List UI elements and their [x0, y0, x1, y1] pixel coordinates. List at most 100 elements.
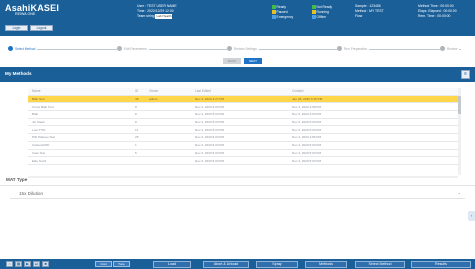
cell-name: Elite Test2	[32, 158, 47, 163]
cell-name: Catwurst/PD	[32, 143, 50, 148]
running-label: Running	[316, 10, 329, 14]
remaining-time-text: Rem. Time : 00:00:00	[418, 14, 451, 19]
step-review[interactable]: Review	[440, 46, 460, 51]
table-row[interactable]: Cate Test 5 Nov 3, 2020 5:03 PM Nov 3, 2020…	[28, 150, 461, 158]
results-button[interactable]: Results	[411, 261, 471, 268]
step-review-settings[interactable]: Review Settings	[227, 46, 259, 51]
methods-title: My Methods	[5, 71, 32, 76]
cell-id: 8	[135, 104, 137, 109]
side-panel-toggle[interactable]: ›	[468, 211, 475, 221]
methods-panel-header: My Methods ≡	[0, 67, 475, 82]
home-icon[interactable]: ⌂	[6, 261, 13, 267]
wizard-steps: Select Method Edit Parameters Review Set…	[0, 44, 475, 54]
table-row[interactable]: Blah 8 Nov 3, 2020 5:03 PM Nov 3, 2020 4:53…	[28, 111, 461, 119]
table-row[interactable]: Cross Blah Test 8 Nov 3, 2020 5:03 PM Nov 3…	[28, 103, 461, 112]
cell-id: 8	[135, 120, 137, 125]
col-id[interactable]: ID	[131, 89, 145, 93]
methods-button[interactable]: Methods	[305, 261, 347, 268]
table-row[interactable]: PID Plateau Test 25 Nov 3, 2020 5:03 PM Nov…	[28, 134, 461, 142]
cell-created: Nov 3, 2020 4:56 PM	[292, 135, 322, 140]
step-edit-parameters[interactable]: Edit Parameters	[117, 46, 149, 51]
offline-label: Offline	[316, 15, 326, 19]
cell-last: Nov 3, 2020 5:03 PM	[195, 127, 225, 132]
col-created[interactable]: Created	[288, 89, 461, 93]
not-ready-swatch	[312, 5, 316, 9]
running-swatch	[312, 10, 316, 14]
not-ready-label: Not Ready	[316, 5, 333, 9]
load-button[interactable]: Load	[153, 261, 191, 268]
status-legend-b: Not Ready Running Offline	[312, 5, 332, 20]
material-select[interactable]: 15x Dilution ⌄	[10, 189, 465, 199]
logo: AsahiKASEI REIWA ONE	[5, 3, 59, 16]
scrollbar-thumb[interactable]	[458, 96, 461, 114]
cell-last: Nov 3, 2020 5:03 PM	[195, 104, 225, 109]
step-dot	[8, 46, 13, 51]
table-row[interactable]: Catwurst/PD 1 Nov 3, 2020 5:03 PM Nov 3, 20…	[28, 142, 461, 150]
table-scrollbar[interactable]	[458, 88, 461, 175]
methods-table: Name ID Owner Last Edited Created Blah T…	[28, 88, 461, 175]
next-button[interactable]: NEXT	[244, 58, 262, 64]
chevron-down-icon: ⌄	[457, 190, 461, 195]
tune-button[interactable]: Tune	[113, 261, 130, 267]
cell-id: 5	[135, 150, 137, 155]
paused-label: Paused	[276, 10, 288, 14]
cell-last: Nov 3, 2020 5:03 PM	[195, 150, 225, 155]
cell-last: Nov 3, 2020 4:27 PM	[195, 97, 225, 102]
table-row[interactable]: Elite Test2 Nov 3, 2020 5:03 PM Nov 3, 202…	[28, 157, 461, 165]
step-dot	[440, 46, 445, 51]
cell-created: Nov 3, 2020 5:03 PM	[292, 127, 322, 132]
cell-name: Cate Test	[32, 150, 46, 155]
step-label: Review	[447, 46, 458, 51]
cell-created: Nov 3, 2020 5:03 PM	[292, 150, 322, 155]
step-run-preparation[interactable]: Run Preparation	[337, 46, 370, 51]
cell-id: 25	[135, 135, 139, 140]
cell-created: Nov 3, 2020 4:58 PM	[292, 104, 322, 109]
login-button[interactable]: Login	[5, 25, 28, 31]
table-hscrollbar[interactable]	[28, 176, 458, 178]
step-label: Select Method	[15, 46, 36, 51]
step-select-method[interactable]: Select Method	[8, 46, 38, 51]
timer-info: Method Time : 00:00:00 Elaps. Elapsed : …	[418, 4, 457, 20]
cell-id: 45	[135, 97, 139, 102]
cell-user: admin	[149, 97, 158, 102]
skip-icon[interactable]: ⏭	[33, 261, 40, 267]
table-header: Name ID Owner Last Edited Created	[28, 88, 461, 96]
paused-swatch	[272, 10, 276, 14]
session-info: User : TEST USER NAME Time : 2022/12/29 …	[137, 4, 177, 20]
col-last-edited[interactable]: Last Edited	[191, 89, 288, 93]
cell-created: Nov 3, 2020 5:03 PM	[292, 158, 322, 163]
stop-icon[interactable]: ■	[42, 261, 49, 267]
cell-last: Nov 3, 2020 5:03 PM	[195, 135, 225, 140]
divider	[0, 185, 475, 186]
table-row[interactable]: Low TTIN 11 Nov 3, 2020 5:03 PM Nov 3, 2020…	[28, 126, 461, 135]
app-header: AsahiKASEI REIWA ONE Login Logout User :…	[0, 0, 475, 36]
filter-icon[interactable]: ≡	[461, 70, 470, 79]
ready-swatch	[272, 5, 276, 9]
flow-text: Flow	[355, 14, 363, 19]
ready-label: Ready	[276, 5, 287, 9]
cell-name: Blah Test	[32, 97, 45, 102]
step-dot	[117, 46, 122, 51]
grid-icon[interactable]: ▦	[15, 261, 22, 267]
material-value: 15x Dilution	[19, 191, 44, 196]
step-dot	[337, 46, 342, 51]
select-method-button[interactable]: Select Method	[355, 261, 405, 268]
cell-id: 8	[135, 112, 137, 117]
col-owner[interactable]: Owner	[145, 89, 191, 93]
logout-button[interactable]: Logout	[30, 25, 53, 31]
abort-unload-button[interactable]: Abort & Unload	[203, 261, 249, 268]
col-name[interactable]: Name	[28, 89, 131, 93]
cell-name: Low TTIN	[32, 127, 46, 132]
table-row[interactable]: Jet Stack 8 Nov 3, 2020 5:03 PM Nov 3, 2020…	[28, 119, 461, 127]
emergency-swatch	[272, 15, 276, 19]
sample-info: Sample : 123456 Method : MY TEST Flow	[355, 4, 384, 20]
spray-button[interactable]: Spray	[256, 261, 298, 268]
play-icon[interactable]: ▶	[24, 261, 31, 267]
cell-name: Jet Stack	[32, 120, 45, 125]
table-row[interactable]: Blah Test 45 admin Nov 3, 2020 4:27 PM Jan 2…	[28, 95, 461, 104]
team-field[interactable]: Lab Health	[155, 14, 173, 19]
back-button[interactable]: BACK	[223, 58, 241, 64]
cost-button[interactable]: Cost	[95, 261, 112, 267]
cell-last: Nov 3, 2020 5:03 PM	[195, 158, 225, 163]
step-label: Review Settings	[234, 46, 257, 51]
